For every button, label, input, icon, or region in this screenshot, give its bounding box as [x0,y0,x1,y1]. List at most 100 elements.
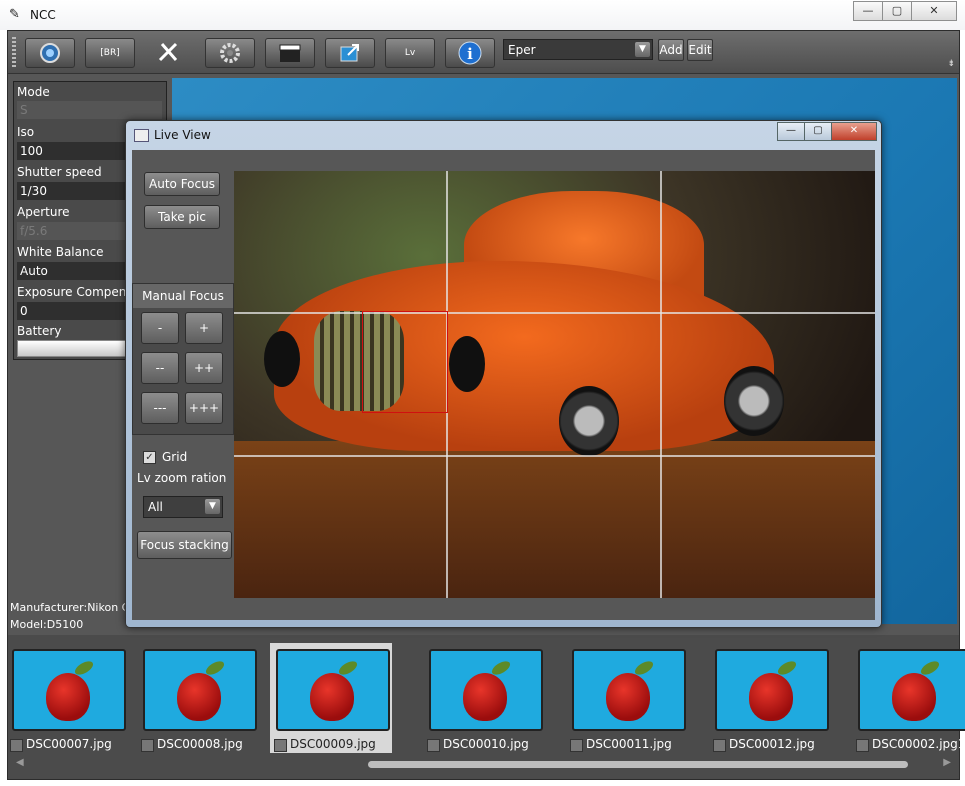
toy-car-rear-wheel [724,366,784,436]
auto-focus-button[interactable]: Auto Focus [144,172,220,196]
fullscreen-button[interactable] [325,38,375,68]
thumbnail-image[interactable] [276,649,390,731]
shutter-label: Shutter speed [17,165,102,179]
thumbnail-item[interactable]: DSC00010.jpg [423,643,545,753]
focus-minus-3-button[interactable]: --- [141,392,179,424]
strawberry-photo [46,673,90,721]
aperture-label: Aperture [17,205,70,219]
strawberry-leaf [775,658,799,678]
bracketing-label: [BR] [100,48,120,58]
zoom-select[interactable]: All ▼ [143,496,223,518]
horizontal-scrollbar[interactable] [368,761,908,768]
scroll-left-icon[interactable]: ◀ [16,757,24,768]
focus-minus-1-button[interactable]: - [141,312,179,344]
thumbnail-image[interactable] [143,649,257,731]
manual-focus-header: Manual Focus [133,284,233,308]
strawberry-leaf [489,658,513,678]
thumbnail-image[interactable] [858,649,965,731]
thumbnail-checkbox[interactable] [856,739,869,752]
profile-value: Eper [508,43,536,57]
maximize-button[interactable]: ▢ [882,1,912,21]
close-button[interactable]: ✕ [911,1,957,21]
thumbnail-item[interactable]: DSC00002.jpg11 [852,643,965,753]
thumbnail-filename: DSC00008.jpg [157,737,243,751]
thumbnail-checkbox[interactable] [141,739,154,752]
iso-value: 100 [20,144,43,158]
thumbnail-item[interactable]: DSC00012.jpg [709,643,831,753]
settings-button[interactable] [205,38,255,68]
lv-close-button[interactable]: ✕ [831,122,877,141]
info-icon: i [458,41,482,65]
liveview-button[interactable]: Lv [385,38,435,68]
exposure-value: 0 [20,304,28,318]
focus-plus-2-button[interactable]: ++ [185,352,223,384]
focus-minus-2-button[interactable]: -- [141,352,179,384]
app-icon: ✎ [9,7,20,22]
thumbnail-image[interactable] [572,649,686,731]
take-pic-button[interactable]: Take pic [144,205,220,229]
model-text: Model:D5100 [10,618,84,631]
thumbnail-filename: DSC00012.jpg [729,737,815,751]
grid-checkbox[interactable]: ✓ [143,451,156,464]
live-view-body: Auto Focus Take pic Manual Focus - + -- … [132,150,875,620]
thumbnail-filename: DSC00011.jpg [586,737,672,751]
thumbnail-checkbox[interactable] [570,739,583,752]
focus-stacking-button[interactable]: Focus stacking [137,531,232,559]
minimize-button[interactable]: — [853,1,883,21]
strawberry-photo [463,673,507,721]
zoom-label: Lv zoom ration [137,471,227,485]
svg-text:i: i [467,45,473,63]
thumbnail-checkbox[interactable] [427,739,440,752]
tools-button[interactable] [145,38,193,66]
thumbnail-checkbox[interactable] [274,739,287,752]
thumbnail-image[interactable] [429,649,543,731]
toolbar-overflow-icon[interactable]: ⇟ [947,59,955,69]
tools-icon [158,42,178,62]
edit-button[interactable]: Edit [687,39,713,61]
info-button[interactable]: i [445,38,495,68]
live-view-image[interactable] [234,171,875,598]
table-surface [234,441,875,598]
strawberry-photo [892,673,936,721]
thumbnail-strip: ◀ ▶ DSC00007.jpg DSC00008.jpg DSC00009.jpg… [6,635,965,779]
strawberry-leaf [336,658,360,678]
thumbnail-filename: DSC00002.jpg11 [872,737,965,751]
live-view-dialog: Live View — ▢ ✕ Auto Focus Take pic Manu… [125,120,882,628]
thumbnail-checkbox[interactable] [713,739,726,752]
thumbnail-image[interactable] [715,649,829,731]
thumbnail-item[interactable]: DSC00008.jpg [137,643,259,753]
movie-button[interactable] [265,38,315,68]
wb-value: Auto [20,264,48,278]
grid-line-v2 [660,171,662,598]
strawberry-leaf [203,658,227,678]
focus-area-rectangle[interactable] [362,311,448,413]
mode-label: Mode [17,85,50,99]
live-view-window-icon [134,129,149,142]
thumbnail-item[interactable]: DSC00007.jpg [6,643,128,753]
focus-plus-3-button[interactable]: +++ [185,392,223,424]
bracketing-button[interactable]: [BR] [85,38,135,68]
window-title: NCC [30,8,56,22]
add-button[interactable]: Add [658,39,684,61]
thumbnail-filename: DSC00007.jpg [26,737,112,751]
thumbnail-checkbox[interactable] [10,739,23,752]
thumbnail-item[interactable]: DSC00009.jpg [270,643,392,753]
chevron-down-icon: ▼ [205,499,220,514]
aperture-value: f/5.6 [20,224,48,238]
toolbar-grip[interactable] [12,37,16,67]
lv-minimize-button[interactable]: — [777,122,805,141]
liveview-label: Lv [404,48,416,58]
live-view-window-controls: — ▢ ✕ [777,122,877,141]
title-bar: ✎ NCC — ▢ ✕ [0,0,965,30]
capture-button[interactable] [25,38,75,68]
strawberry-photo [177,673,221,721]
thumbnail-item[interactable]: DSC00011.jpg [566,643,688,753]
focus-plus-1-button[interactable]: + [185,312,223,344]
live-view-title: Live View [154,128,211,142]
scroll-right-icon[interactable]: ▶ [943,757,951,768]
toy-car-headlight-left [264,331,300,387]
strawberry-photo [749,673,793,721]
profile-select[interactable]: Eper ▼ [503,39,653,60]
lv-maximize-button[interactable]: ▢ [804,122,832,141]
thumbnail-image[interactable] [12,649,126,731]
